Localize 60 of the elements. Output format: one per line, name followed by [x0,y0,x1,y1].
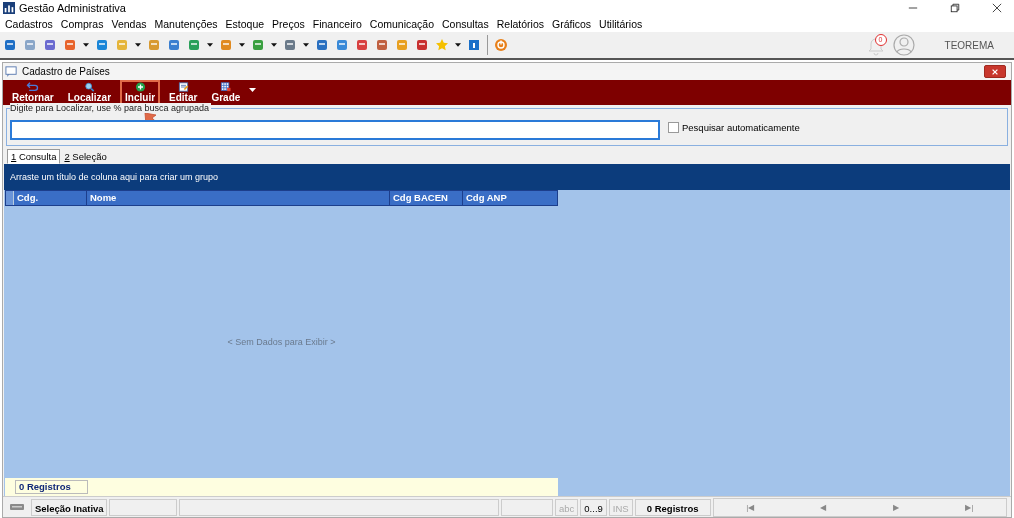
dropdown-icon[interactable] [239,43,245,47]
menu-item[interactable]: Compras [60,18,104,30]
toolbar-button[interactable]: Retornar [7,80,59,105]
empty-message: < Sem Dados para Exibir > [227,337,336,347]
window-title: Gestão Administrativa [19,2,126,14]
dropdown-icon[interactable] [83,43,89,47]
menu-item[interactable]: Utilitários [599,18,643,30]
info-icon[interactable] [467,38,481,52]
tab[interactable]: 2 Seleção [60,149,111,164]
menu-item[interactable]: Gráficos [552,18,592,30]
add-icon [133,82,147,92]
column-header[interactable]: Cdg. [14,191,87,205]
power-icon[interactable] [494,38,508,52]
form-title: Cadastro de Países [22,66,110,77]
search-field[interactable] [10,120,660,140]
digits-indicator: 0...9 [580,498,607,516]
star-icon[interactable] [435,38,449,52]
close-icon[interactable] [992,3,1002,13]
dropdown-icon[interactable] [207,43,213,47]
ins-indicator: INS [608,498,633,516]
column-header[interactable]: Cdg ANP [463,191,555,205]
toolbar-button[interactable]: Editar [164,80,203,105]
tab[interactable]: 1 Consulta [7,149,61,164]
record-count: 0 Registros [15,480,88,494]
close-button[interactable] [984,65,1006,78]
user-icon[interactable] [892,34,915,56]
menu-item[interactable]: Financeiro [312,18,362,30]
selection-status: Seleção Inativa [31,498,107,516]
bell-icon[interactable] [866,36,885,56]
search-label: Digite para Localizar, use % para busca agrupada [10,103,212,113]
menu-item[interactable]: Relatórios [496,18,544,30]
menu-item[interactable]: Cadastros [5,18,53,30]
column-header[interactable]: Nome [87,191,390,205]
dropdown-icon[interactable] [303,43,309,47]
menu-item[interactable]: Preços [272,18,305,30]
grid-icon [219,82,233,92]
group-hint: Arraste um título de coluna aqui para criar um grupo [10,172,219,182]
restore-icon[interactable] [950,3,960,13]
keyboard-icon [9,503,25,511]
abc-indicator: abc [555,498,579,516]
menu-item[interactable]: Comunicação [369,18,434,30]
dropdown-icon[interactable] [271,43,277,47]
toolbar-button[interactable]: Localizar [62,80,117,105]
dropdown-icon[interactable] [249,88,257,92]
dropdown-icon[interactable] [455,43,461,47]
column-header[interactable]: Cdg BACEN [390,191,463,205]
return-icon [26,82,40,92]
dropdown-icon[interactable] [135,43,141,47]
row-indicator-icon [6,191,14,205]
edit-icon [176,82,190,92]
record-total: 0 Registros [634,498,711,516]
menu-item[interactable]: Manutenções [154,18,218,30]
auto-search-checkbox[interactable]: Pesquisar automaticamente [668,121,800,133]
checkbox[interactable] [668,121,679,133]
menu-item[interactable]: Estoque [225,18,265,30]
menu-item[interactable]: Consultas [442,18,489,30]
close-icon [991,67,999,76]
menu-item[interactable]: Vendas [111,18,147,30]
user-name: TEOREMA [944,39,994,51]
search-icon [82,82,96,92]
